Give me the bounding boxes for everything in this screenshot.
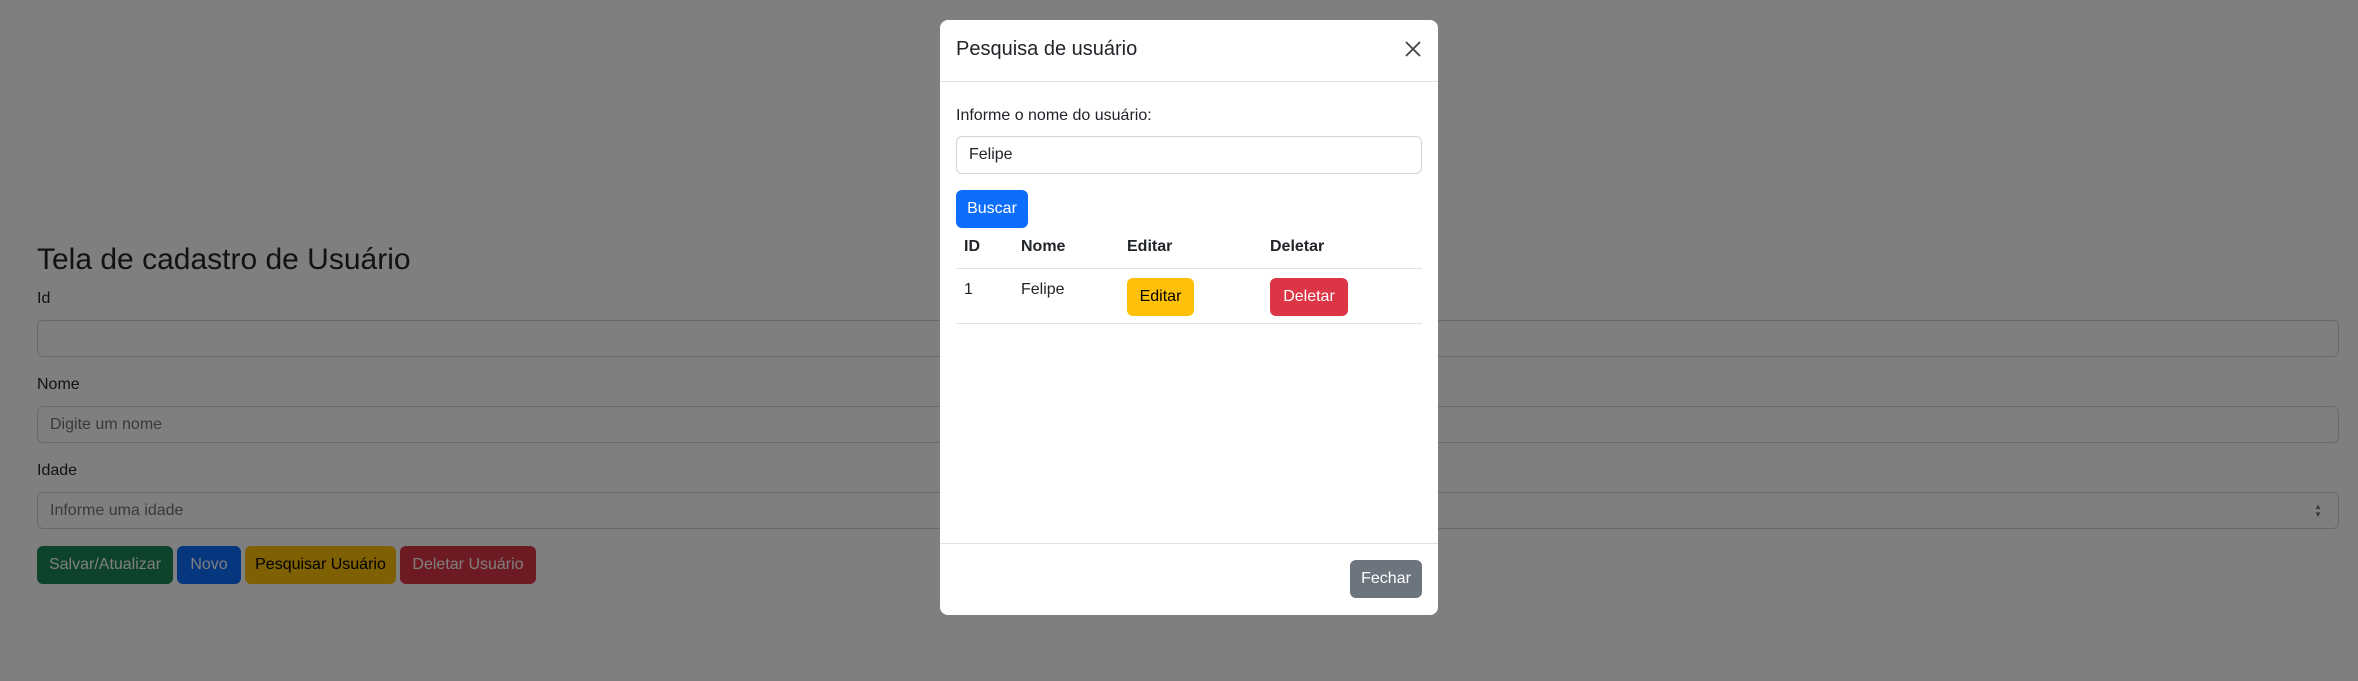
row-nome: Felipe — [1021, 281, 1065, 298]
column-header-editar: Editar — [1127, 238, 1173, 255]
column-header-id: ID — [964, 238, 980, 255]
modal-header: Pesquisa de usuário — [940, 20, 1438, 82]
row-id: 1 — [964, 281, 973, 298]
search-input[interactable]: Felipe — [956, 136, 1422, 174]
close-icon[interactable] — [1400, 36, 1426, 62]
close-button[interactable]: Fechar — [1350, 560, 1422, 598]
column-header-nome: Nome — [1021, 238, 1066, 255]
delete-button[interactable]: Deletar — [1270, 278, 1348, 316]
results-table-header: ID Nome Editar Deletar — [956, 238, 1422, 269]
user-search-modal: Pesquisa de usuário Informe o nome do us… — [940, 20, 1438, 615]
search-button[interactable]: Buscar — [956, 190, 1028, 228]
modal-title: Pesquisa de usuário — [956, 38, 1138, 60]
edit-button[interactable]: Editar — [1127, 278, 1194, 316]
table-row: 1 Felipe Editar Deletar — [956, 269, 1422, 324]
search-label: Informe o nome do usuário: — [956, 107, 1152, 124]
modal-footer: Fechar — [940, 543, 1438, 616]
column-header-deletar: Deletar — [1270, 238, 1325, 255]
